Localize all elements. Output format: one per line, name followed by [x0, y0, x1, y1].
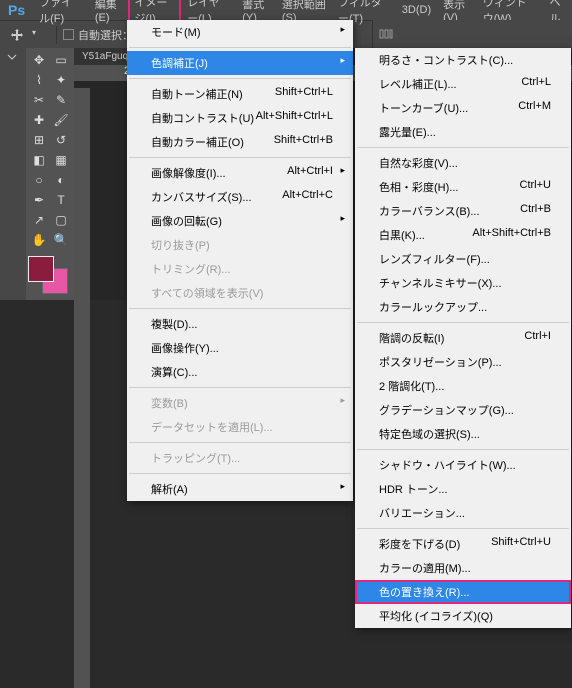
menu-item: すべての領域を表示(V)	[127, 281, 353, 305]
menu-item[interactable]: 演算(C)...	[127, 360, 353, 384]
menu-item[interactable]: 解析(A)	[127, 477, 353, 501]
color-swatch[interactable]	[28, 256, 72, 298]
type-tool-icon[interactable]: T	[50, 190, 72, 210]
wand-tool-icon[interactable]: ✦	[50, 70, 72, 90]
hand-tool-icon[interactable]: ✋	[28, 230, 50, 250]
menu-item: 切り抜き(P)	[127, 233, 353, 257]
path-tool-icon[interactable]: ↗	[28, 210, 50, 230]
ruler-vertical	[74, 88, 90, 688]
history-brush-icon[interactable]: ↺	[50, 130, 72, 150]
menu-item[interactable]: 色の置き換え(R)...	[355, 580, 571, 604]
heal-tool-icon[interactable]: ✚	[28, 110, 50, 130]
menu-ファイル[interactable]: ファイル(F)	[33, 0, 89, 29]
adjustments-submenu: 明るさ・コントラスト(C)...レベル補正(L)...Ctrl+Lトーンカーブ(…	[355, 48, 571, 628]
brush-tool-icon[interactable]: 🖌	[50, 110, 72, 130]
menu-item[interactable]: 露光量(E)...	[355, 120, 571, 144]
dodge-tool-icon[interactable]: ◐	[50, 170, 72, 190]
menu-item[interactable]: チャンネルミキサー(X)...	[355, 271, 571, 295]
menu-item[interactable]: ポスタリゼーション(P)...	[355, 350, 571, 374]
tools-panel: ✥ ▭ ⌇ ✦ ✂ ✎ ✚ 🖌 ⊞ ↺ ◧ ▦ ○ ◐ ✒ T ↗ ▢ ✋ 🔍	[26, 48, 74, 300]
menu-item[interactable]: 画像解像度(I)...Alt+Ctrl+I	[127, 161, 353, 185]
menu-item[interactable]: 平均化 (イコライズ)(Q)	[355, 604, 571, 628]
menu-item[interactable]: トーンカーブ(U)...Ctrl+M	[355, 96, 571, 120]
align-icon[interactable]	[379, 27, 393, 41]
tool-panel-edge	[0, 48, 26, 300]
menu-item[interactable]: レンズフィルター(F)...	[355, 247, 571, 271]
collapse-icon[interactable]	[4, 52, 22, 62]
marquee-tool-icon[interactable]: ▭	[50, 50, 72, 70]
menu-item[interactable]: カラールックアップ...	[355, 295, 571, 319]
right-options	[372, 20, 572, 48]
menu-item[interactable]: 自動カラー補正(O)Shift+Ctrl+B	[127, 130, 353, 154]
menu-item[interactable]: 2 階調化(T)...	[355, 374, 571, 398]
eraser-tool-icon[interactable]: ◧	[28, 150, 50, 170]
menu-item[interactable]: モード(M)	[127, 20, 353, 44]
separator	[56, 26, 57, 44]
menu-item[interactable]: レベル補正(L)...Ctrl+L	[355, 72, 571, 96]
eyedropper-tool-icon[interactable]: ✎	[50, 90, 72, 110]
menu-item[interactable]: 階調の反転(I)Ctrl+I	[355, 326, 571, 350]
shape-tool-icon[interactable]: ▢	[50, 210, 72, 230]
lasso-tool-icon[interactable]: ⌇	[28, 70, 50, 90]
pen-tool-icon[interactable]: ✒	[28, 190, 50, 210]
crop-tool-icon[interactable]: ✂	[28, 90, 50, 110]
zoom-tool-icon[interactable]: 🔍	[50, 230, 72, 250]
auto-select-label: 自動選択：	[78, 27, 133, 43]
menu-item[interactable]: バリエーション...	[355, 501, 571, 525]
blur-tool-icon[interactable]: ○	[28, 170, 50, 190]
menu-3d[interactable]: 3D(D)	[396, 1, 437, 19]
app-logo: Ps	[0, 2, 33, 18]
move-tool-icon[interactable]	[10, 28, 24, 42]
menu-item[interactable]: 画像の回転(G)	[127, 209, 353, 233]
menu-item[interactable]: 複製(D)...	[127, 312, 353, 336]
dropdown-icon[interactable]: ▾	[32, 28, 46, 42]
menu-item[interactable]: グラデーションマップ(G)...	[355, 398, 571, 422]
menubar: Ps ファイル(F)編集(E)イメージ(I)レイヤー(L)書式(Y)選択範囲(S…	[0, 0, 572, 20]
menu-item[interactable]: 色相・彩度(H)...Ctrl+U	[355, 175, 571, 199]
auto-select-checkbox[interactable]	[63, 29, 74, 40]
menu-item[interactable]: カラーバランス(B)...Ctrl+B	[355, 199, 571, 223]
menu-item[interactable]: 自動コントラスト(U)Alt+Shift+Ctrl+L	[127, 106, 353, 130]
menu-item[interactable]: 明るさ・コントラスト(C)...	[355, 48, 571, 72]
image-menu-dropdown: モード(M) 色調補正(J) 自動トーン補正(N)Shift+Ctrl+L自動コント…	[127, 20, 353, 501]
menu-item[interactable]: 画像操作(Y)...	[127, 336, 353, 360]
stamp-tool-icon[interactable]: ⊞	[28, 130, 50, 150]
menu-item[interactable]: 彩度を下げる(D)Shift+Ctrl+U	[355, 532, 571, 556]
menu-item[interactable]: 特定色域の選択(S)...	[355, 422, 571, 446]
menu-item[interactable]: HDR トーン...	[355, 477, 571, 501]
menu-item: トリミング(R)...	[127, 257, 353, 281]
menu-item: トラッピング(T)...	[127, 446, 353, 470]
fg-color[interactable]	[28, 256, 54, 282]
menu-編集[interactable]: 編集(E)	[89, 0, 129, 27]
menu-item[interactable]: 自動トーン補正(N)Shift+Ctrl+L	[127, 82, 353, 106]
menu-item[interactable]: カンバスサイズ(S)...Alt+Ctrl+C	[127, 185, 353, 209]
gradient-tool-icon[interactable]: ▦	[50, 150, 72, 170]
menu-item: 変数(B)	[127, 391, 353, 415]
move-tool-icon[interactable]: ✥	[28, 50, 50, 70]
menu-item[interactable]: 色調補正(J)	[127, 51, 353, 75]
menu-item[interactable]: 白黒(K)...Alt+Shift+Ctrl+B	[355, 223, 571, 247]
menu-item[interactable]: シャドウ・ハイライト(W)...	[355, 453, 571, 477]
menu-item[interactable]: カラーの適用(M)...	[355, 556, 571, 580]
menu-item[interactable]: 自然な彩度(V)...	[355, 151, 571, 175]
menu-item: データセットを適用(L)...	[127, 415, 353, 439]
